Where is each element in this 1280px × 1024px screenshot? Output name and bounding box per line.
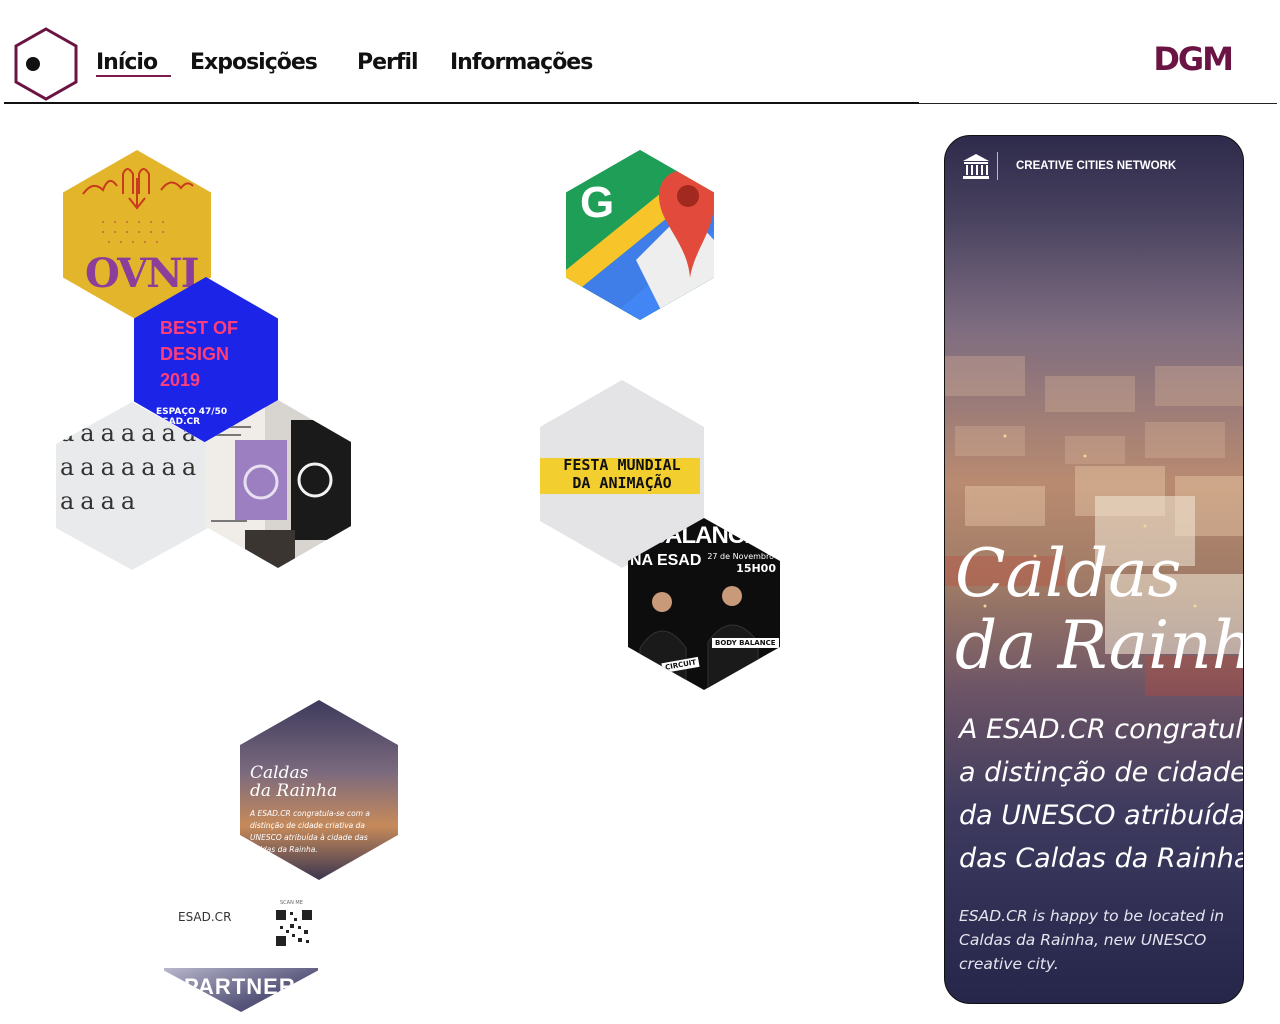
ovni-word: OVNI <box>85 250 199 297</box>
banner-body-line: da UNESCO atribuída à cidade <box>959 800 1244 831</box>
balance-tag: BODY BALANCE <box>712 638 779 648</box>
tile-google-maps[interactable]: G <box>566 150 714 320</box>
banner-body: A ESAD.CR congratula-se com a distinção … <box>959 708 1244 880</box>
unesco-header: CREATIVE CITIES NETWORK <box>961 152 1176 180</box>
festa-line2: DA ANIMAÇÃO <box>572 474 672 492</box>
qr-code-icon <box>274 908 314 948</box>
festa-line1: FESTA MUNDIAL <box>563 456 681 474</box>
caldas-small-title-l2: da Rainha <box>250 781 338 801</box>
google-maps-icon <box>566 150 714 320</box>
google-g-letter: G <box>580 178 615 227</box>
nav-informacoes[interactable]: Informações <box>450 50 593 75</box>
bod-title: BEST OF DESIGN 2019 <box>160 318 239 390</box>
banner-title-l1: Caldas <box>955 535 1182 612</box>
banner-footnote: ESAD.CR is happy to be located in Caldas… <box>959 907 1225 973</box>
caldas-small-title: Caldas da Rainha <box>250 764 337 800</box>
nav-inicio[interactable]: Início <box>96 50 172 77</box>
banner-body-line: A ESAD.CR congratula-se com <box>959 714 1243 745</box>
header-divider-right <box>919 103 1277 104</box>
site-logo-icon[interactable] <box>12 26 80 102</box>
banner-body-line: a distinção de cidade criativa <box>959 757 1244 788</box>
tile-partner[interactable]: ESAD.CR SCAN ME PARTNER <box>164 846 318 1012</box>
partner-word: PARTNER <box>184 974 296 999</box>
unesco-label: CREATIVE CITIES NETWORK <box>1016 160 1177 172</box>
bod-line1: ESPAÇO 47/50 <box>156 407 228 417</box>
banner-title: Caldas da Rainha <box>955 535 1243 684</box>
tile-caldas-da-rainha[interactable]: Caldas da Rainha A ESAD.CR congratula-se… <box>240 700 398 880</box>
unesco-divider <box>997 152 998 180</box>
unesco-temple-icon <box>963 154 989 179</box>
nav-perfil[interactable]: Perfil <box>357 50 419 75</box>
partner-scan-label: SCAN ME <box>280 900 303 906</box>
caldas-small-text: A ESAD.CR congratula-se com a distinção … <box>250 809 371 854</box>
caldas-small-title-l1: Caldas <box>250 763 309 783</box>
festa-text: FESTA MUNDIAL DA ANIMAÇÃO <box>542 456 702 492</box>
partner-esad: ESAD.CR <box>178 910 232 924</box>
brand-logo[interactable]: DGM <box>1153 40 1234 78</box>
unesco-banner[interactable]: CREATIVE CITIES NETWORK Caldas da Rainha… <box>944 135 1244 1004</box>
nav-exposicoes[interactable]: Exposições <box>190 50 318 75</box>
header-divider <box>4 102 919 104</box>
banner-title-l2: da Rainha <box>955 607 1243 684</box>
banner-body-line: das Caldas da Rainha. <box>959 843 1244 874</box>
